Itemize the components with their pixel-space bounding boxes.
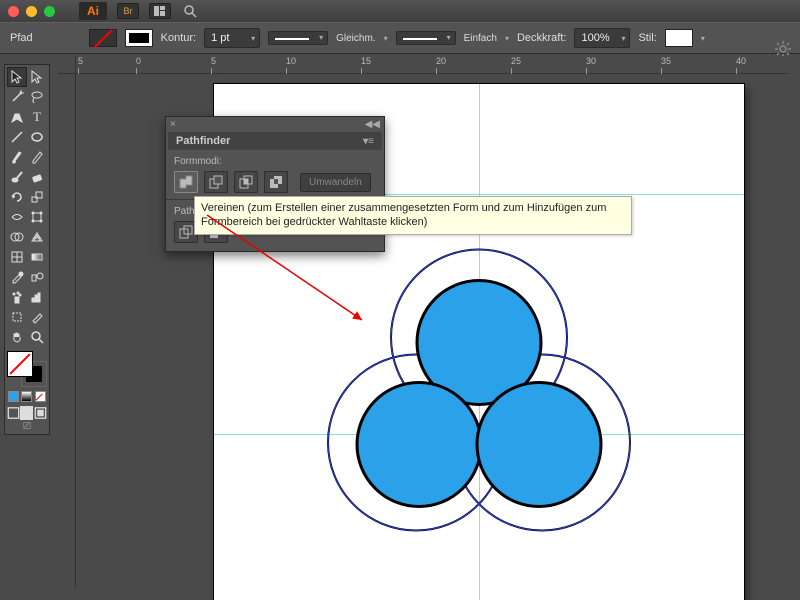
ruler-tick: 35 xyxy=(661,56,671,74)
stroke-weight-field[interactable]: 1 pt xyxy=(204,28,260,48)
ruler-origin[interactable] xyxy=(58,56,76,74)
close-window[interactable] xyxy=(8,6,19,17)
eyedropper-tool[interactable] xyxy=(7,267,27,287)
color-mode-none[interactable] xyxy=(35,391,46,402)
blend-tool[interactable] xyxy=(27,267,47,287)
opacity-field[interactable]: 100% xyxy=(574,28,630,48)
ruler-tick: 20 xyxy=(436,56,446,74)
ruler-tick: 40 xyxy=(736,56,746,74)
intersect-button[interactable] xyxy=(234,171,258,193)
ruler-tick: 0 xyxy=(136,56,141,74)
ruler-tick: 5 xyxy=(78,56,83,74)
lasso-tool[interactable] xyxy=(27,87,47,107)
slice-tool[interactable] xyxy=(27,307,47,327)
pen-tool[interactable] xyxy=(7,107,27,127)
minimize-window[interactable] xyxy=(26,6,37,17)
unite-button[interactable] xyxy=(174,171,198,193)
stroke-profile-2[interactable] xyxy=(396,31,456,45)
dash2-label: Einfach xyxy=(464,33,497,44)
paintbrush-tool[interactable] xyxy=(7,147,27,167)
ruler-tick: 25 xyxy=(511,56,521,74)
screen-mode-full[interactable] xyxy=(20,406,33,419)
gradient-tool[interactable] xyxy=(27,247,47,267)
stroke-profile-1[interactable] xyxy=(268,31,328,45)
rotate-tool[interactable] xyxy=(7,187,27,207)
control-bar: Pfad Kontur: 1 pt Gleichm. ▾ Einfach ▾ D… xyxy=(0,22,800,54)
mesh-tool[interactable] xyxy=(7,247,27,267)
screen-mode-toggle[interactable]: ⎚ xyxy=(7,421,47,432)
screen-mode-row xyxy=(7,406,47,419)
width-tool[interactable] xyxy=(7,207,27,227)
column-graph-tool[interactable] xyxy=(27,287,47,307)
zoom-window[interactable] xyxy=(44,6,55,17)
shape-builder-tool[interactable] xyxy=(7,227,27,247)
window-controls xyxy=(8,6,55,17)
stroke-label: Kontur: xyxy=(161,32,196,44)
arrange-icon xyxy=(154,6,166,16)
ruler-tick: 10 xyxy=(286,56,296,74)
pencil-tool[interactable] xyxy=(27,147,47,167)
titlebar: Ai Br xyxy=(0,0,800,22)
magic-wand-tool[interactable] xyxy=(7,87,27,107)
panel-flyout-icon[interactable]: ▾≡ xyxy=(363,136,374,147)
tools-panel: T xyxy=(4,64,50,435)
artwork[interactable] xyxy=(324,243,634,558)
free-transform-tool[interactable] xyxy=(27,207,47,227)
arrange-docs-button[interactable] xyxy=(149,3,171,19)
line-tool[interactable] xyxy=(7,127,27,147)
opacity-label: Deckkraft: xyxy=(517,32,567,44)
minus-front-button[interactable] xyxy=(204,171,228,193)
scale-tool[interactable] xyxy=(27,187,47,207)
app-logo: Ai xyxy=(79,2,107,20)
style-swatch[interactable] xyxy=(665,29,693,47)
tooltip: Vereinen (zum Erstellen einer zusammenge… xyxy=(194,196,632,235)
style-label: Stil: xyxy=(638,32,656,44)
screen-mode-normal[interactable] xyxy=(7,406,20,419)
zoom-tool[interactable] xyxy=(27,327,47,347)
opacity-value: 100% xyxy=(581,32,609,44)
ruler-tick: 15 xyxy=(361,56,371,74)
exclude-button[interactable] xyxy=(264,171,288,193)
expand-button[interactable]: Umwandeln xyxy=(300,173,371,192)
type-tool[interactable]: T xyxy=(27,107,47,127)
stroke-swatch[interactable] xyxy=(125,29,153,47)
fill-swatch[interactable] xyxy=(89,29,117,47)
fill-stroke-indicator[interactable] xyxy=(7,351,47,387)
symbol-sprayer-tool[interactable] xyxy=(7,287,27,307)
panel-close-icon[interactable]: × xyxy=(170,119,176,130)
draw-mode[interactable] xyxy=(34,406,47,419)
color-mode-row xyxy=(7,391,47,402)
selection-type-label: Pfad xyxy=(10,32,33,44)
panel-title: Pathfinder xyxy=(176,135,230,147)
dash1-label: Gleichm. xyxy=(336,33,375,44)
ruler-tick: 30 xyxy=(586,56,596,74)
shape-modes-label: Formmodi: xyxy=(174,156,376,167)
search-icon[interactable] xyxy=(183,4,197,18)
selection-tool[interactable] xyxy=(7,67,27,87)
bridge-button[interactable]: Br xyxy=(117,3,139,19)
rectangle-tool[interactable] xyxy=(27,127,47,147)
perspective-grid-tool[interactable] xyxy=(27,227,47,247)
stroke-weight-value: 1 pt xyxy=(211,32,229,44)
direct-selection-tool[interactable] xyxy=(27,67,47,87)
artboard-tool[interactable] xyxy=(7,307,27,327)
ruler-tick: 5 xyxy=(211,56,216,74)
panel-collapse-icon[interactable]: ◀◀ xyxy=(365,119,380,130)
blob-brush-tool[interactable] xyxy=(7,167,27,187)
hand-tool[interactable] xyxy=(7,327,27,347)
color-mode-gradient[interactable] xyxy=(21,391,32,402)
eraser-tool[interactable] xyxy=(27,167,47,187)
ruler-vertical[interactable] xyxy=(58,74,76,588)
ruler-horizontal[interactable]: 5 0 5 10 15 20 25 30 35 40 xyxy=(76,56,788,74)
color-mode-color[interactable] xyxy=(8,391,19,402)
